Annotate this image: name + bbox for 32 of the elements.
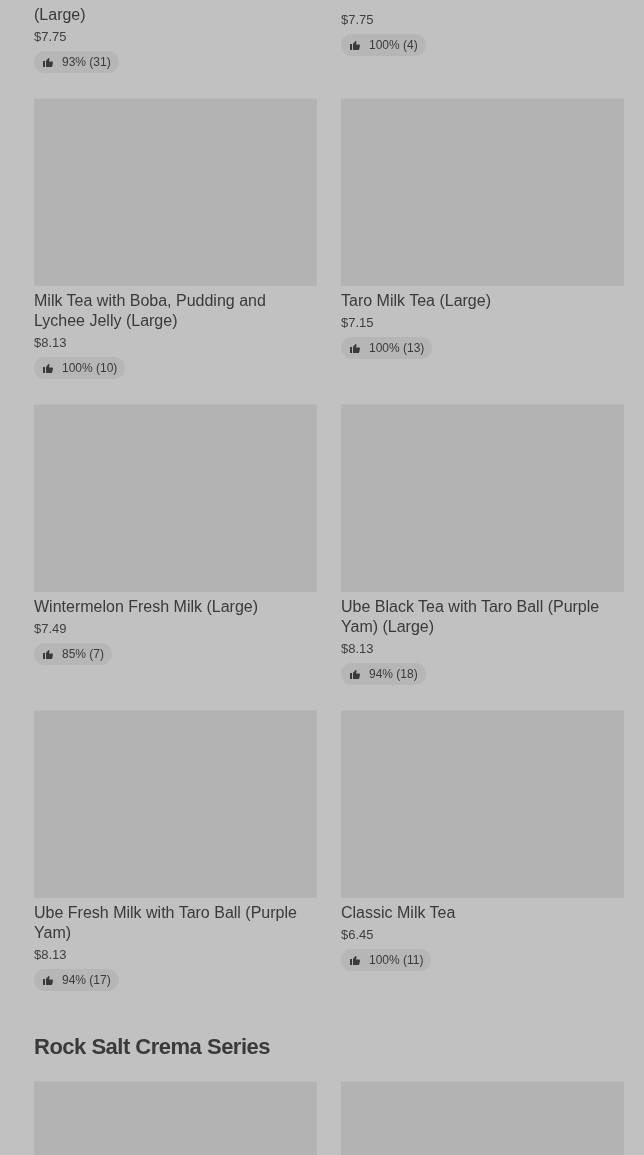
product-title[interactable]: Taro Milk Tea (Large) (341, 291, 624, 311)
product-title[interactable]: Ube Fresh Milk with Taro Ball (Purple Yam) (34, 903, 317, 943)
product-title[interactable]: Milk Tea with Boba, Pudding and Lychee Jelly (Large) (34, 291, 317, 331)
product-price: $7.75 (34, 28, 68, 45)
product-price: $8.13 (341, 640, 375, 657)
thumbs-up-icon (349, 39, 361, 51)
product-title[interactable]: Classic Milk Tea (341, 903, 624, 923)
rating-text: 100% (10) (62, 360, 118, 377)
product-price: $8.13 (34, 946, 68, 963)
product-price: $7.49 (34, 620, 68, 637)
rating-text: 100% (13) (369, 340, 425, 357)
thumbs-up-icon (42, 648, 54, 660)
product-price: $7.75 (341, 11, 375, 28)
thumbs-up-icon (349, 342, 361, 354)
rating-text: 94% (18) (369, 666, 418, 683)
thumbs-up-icon (42, 362, 54, 374)
product-title[interactable]: (Large) (34, 5, 317, 25)
thumbs-up-icon (42, 56, 54, 68)
thumbs-up-icon (349, 668, 361, 680)
product-title[interactable]: Wintermelon Fresh Milk (Large) (34, 597, 317, 617)
thumbs-up-icon (42, 974, 54, 986)
product-price: $8.13 (34, 334, 68, 351)
rating-text: 100% (11) (369, 952, 424, 969)
product-price: $7.15 (341, 314, 375, 331)
product-title[interactable]: Ube Black Tea with Taro Ball (Purple Yam) (Large) (341, 597, 624, 637)
thumbs-up-icon (349, 954, 361, 966)
product-price: $6.45 (341, 926, 375, 943)
section-heading: Rock Salt Crema Series (34, 1033, 272, 1061)
rating-text: 100% (4) (369, 37, 418, 54)
rating-text: 94% (17) (62, 972, 111, 989)
rating-text: 85% (7) (62, 646, 105, 663)
rating-text: 93% (31) (62, 54, 111, 71)
